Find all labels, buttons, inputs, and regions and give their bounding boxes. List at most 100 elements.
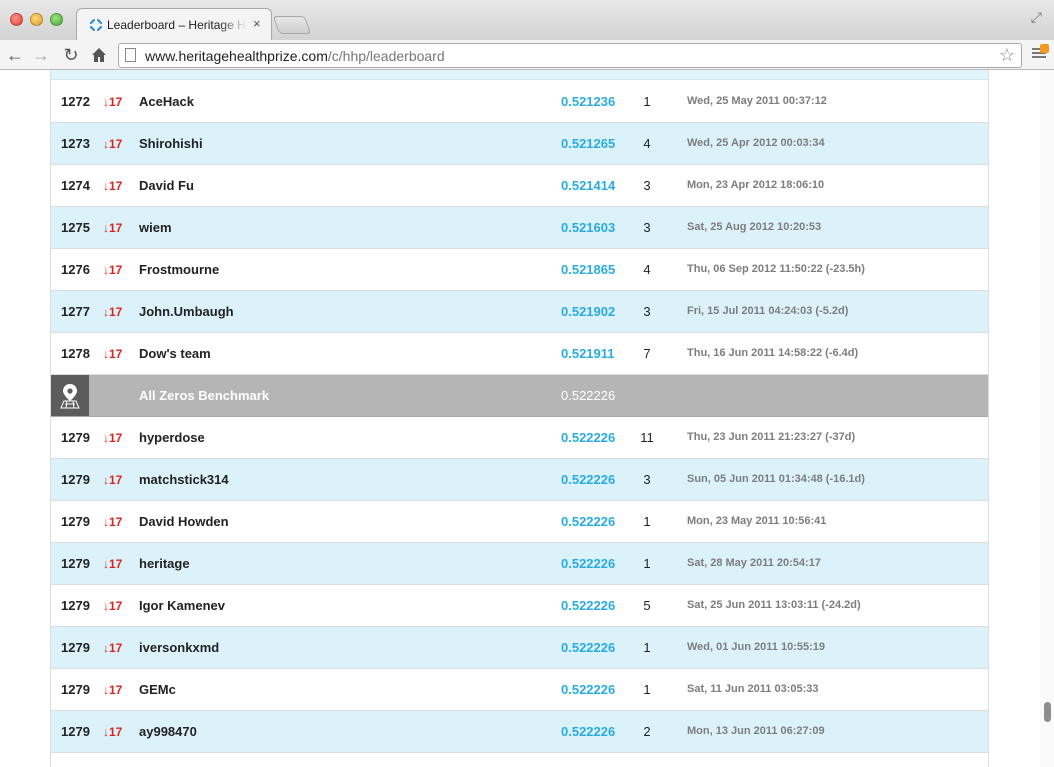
score-cell: 0.521414 — [561, 178, 616, 193]
score-cell: 0.521236 — [561, 94, 616, 109]
entries-cell: 3 — [643, 304, 651, 319]
scrollbar[interactable] — [1040, 70, 1054, 767]
team-name-link[interactable]: iversonkxmd — [139, 640, 219, 655]
entries-cell: 5 — [643, 598, 651, 613]
entries-cell: 11 — [640, 430, 654, 445]
table-row: 1274 ↓17 David Fu 0.521414 3 Mon, 23 Apr 2012… — [51, 165, 988, 207]
team-name-link[interactable]: GEMc — [139, 682, 176, 697]
rank-cell: 1279 — [61, 472, 90, 487]
table-row: 1279 ↓17 Igor Kamenev 0.522226 5 Sat, 25 Jun … — [51, 585, 988, 627]
forward-arrow-icon[interactable]: → — [30, 44, 52, 66]
reload-icon[interactable]: ↻ — [60, 44, 82, 66]
score-cell: 0.522226 — [561, 682, 616, 697]
rank-change-cell: ↓17 — [103, 431, 123, 445]
tab-title: Leaderboard – Heritage He — [107, 18, 247, 32]
new-tab-button[interactable] — [272, 16, 312, 34]
rank-cell: 1279 — [61, 640, 90, 655]
table-row: 1278 ↓17 Dow's team 0.521911 7 Thu, 16 Jun 20… — [51, 333, 988, 375]
score-cell: 0.521911 — [561, 346, 615, 361]
last-submission-cell: Sat, 11 Jun 2011 03:05:33 — [687, 683, 819, 695]
team-name-link[interactable]: David Fu — [139, 178, 194, 193]
leaderboard-table: 1272 ↓17 AceHack 0.521236 1 Wed, 25 May 2011 … — [50, 70, 989, 767]
table-row: 1272 ↓17 AceHack 0.521236 1 Wed, 25 May 2011 … — [51, 81, 988, 123]
rank-cell: 1275 — [61, 220, 90, 235]
rank-change-cell: ↓17 — [103, 95, 123, 109]
url-text: www.heritagehealthprize.com/c/hhp/leader… — [145, 48, 445, 64]
rank-change-cell: ↓17 — [103, 725, 123, 739]
entries-cell: 1 — [643, 94, 651, 109]
rank-cell: 1279 — [61, 556, 90, 571]
table-row: 1276 ↓17 Frostmourne 0.521865 4 Thu, 06 Sep 2… — [51, 249, 988, 291]
last-submission-cell: Thu, 23 Jun 2011 21:23:27 (-37d) — [687, 431, 856, 443]
score-cell: 0.522226 — [561, 724, 616, 739]
team-name-link[interactable]: Igor Kamenev — [139, 598, 225, 613]
entries-cell: 1 — [643, 682, 651, 697]
rank-cell: 1279 — [61, 430, 90, 445]
team-name-link[interactable]: John.Umbaugh — [139, 304, 234, 319]
rank-change-cell: ↓17 — [103, 263, 123, 277]
rank-cell: 1278 — [61, 346, 90, 361]
address-bar[interactable]: www.heritagehealthprize.com/c/hhp/leader… — [118, 43, 1022, 68]
last-submission-cell: Wed, 01 Jun 2011 10:55:19 — [687, 641, 825, 653]
rank-change-cell: ↓17 — [103, 557, 123, 571]
rank-cell: 1273 — [61, 136, 90, 151]
tab-close-button[interactable]: × — [253, 16, 261, 31]
team-name-link[interactable]: hyperdose — [139, 430, 205, 445]
score-cell: 0.522226 — [561, 472, 616, 487]
rank-cell: 1277 — [61, 304, 90, 319]
score-cell: 0.522226 — [561, 430, 616, 445]
last-submission-cell: Thu, 06 Sep 2012 11:50:22 (-23.5h) — [687, 263, 865, 275]
score-cell: 0.521265 — [561, 136, 616, 151]
table-row: 1279 ↓17 iversonkxmd 0.522226 1 Wed, 01 Jun 2… — [51, 627, 988, 669]
rank-change-cell: ↓17 — [103, 179, 123, 193]
score-cell: 0.521865 — [561, 262, 616, 277]
fullscreen-icon[interactable]: ⤢ — [1031, 9, 1042, 26]
hamburger-menu-icon[interactable] — [1032, 44, 1049, 62]
team-name-link[interactable]: Shirohishi — [139, 136, 203, 151]
team-name-link[interactable]: ay998470 — [139, 724, 197, 739]
window-close-button[interactable] — [10, 13, 23, 26]
team-name-link[interactable]: AceHack — [139, 94, 194, 109]
home-icon[interactable] — [88, 44, 110, 66]
entries-cell: 3 — [643, 472, 651, 487]
team-name-link[interactable]: matchstick314 — [139, 472, 229, 487]
team-name-link[interactable]: heritage — [139, 556, 190, 571]
rank-change-cell: ↓17 — [103, 641, 123, 655]
last-submission-cell: Mon, 23 Apr 2012 18:06:10 — [687, 179, 825, 191]
score-cell: 0.522226 — [561, 598, 616, 613]
window-minimize-button[interactable] — [30, 13, 43, 26]
table-row: 1275 ↓17 wiem 0.521603 3 Sat, 25 Aug 2012 10:… — [51, 207, 988, 249]
last-submission-cell: Sat, 25 Jun 2011 13:03:11 (-24.2d) — [687, 599, 861, 611]
last-submission-cell: Wed, 25 Apr 2012 00:03:34 — [687, 137, 825, 149]
window-maximize-button[interactable] — [50, 13, 63, 26]
score-cell: 0.522226 — [561, 556, 616, 571]
table-row: 1279 ↓17 heritage 0.522226 1 Sat, 28 May 2011… — [51, 543, 988, 585]
scrollbar-thumb[interactable] — [1044, 702, 1051, 722]
entries-cell: 7 — [643, 346, 651, 361]
entries-cell: 1 — [643, 514, 651, 529]
update-badge-icon — [1040, 44, 1049, 53]
score-cell: 0.521603 — [561, 220, 616, 235]
rank-change-cell: ↓17 — [103, 305, 123, 319]
last-submission-cell: Sat, 25 Aug 2012 10:20:53 — [687, 221, 822, 233]
team-name-link[interactable]: wiem — [139, 220, 172, 235]
rank-cell: 1279 — [61, 514, 90, 529]
last-submission-cell: Mon, 13 Jun 2011 06:27:09 — [687, 725, 825, 737]
rank-cell: 1274 — [61, 178, 90, 193]
rank-change-cell: ↓17 — [103, 683, 123, 697]
team-name-link[interactable]: David Howden — [139, 514, 229, 529]
rank-change-cell: ↓17 — [103, 347, 123, 361]
entries-cell: 4 — [643, 136, 651, 151]
rank-cell: 1279 — [61, 598, 90, 613]
entries-cell: 4 — [643, 262, 651, 277]
team-name-link[interactable]: Dow's team — [139, 346, 211, 361]
back-arrow-icon[interactable]: ← — [4, 44, 26, 66]
rank-change-cell: ↓17 — [103, 515, 123, 529]
team-name-link[interactable]: Frostmourne — [139, 262, 219, 277]
table-row: 1279 ↓17 hyperdose 0.522226 11 Thu, 23 Jun 20… — [51, 417, 988, 459]
score-cell: 0.521902 — [561, 304, 616, 319]
browser-tab[interactable]: Leaderboard – Heritage He × — [76, 8, 272, 40]
star-icon[interactable]: ☆ — [999, 45, 1015, 66]
entries-cell: 1 — [643, 640, 651, 655]
map-pin-icon — [51, 375, 89, 416]
